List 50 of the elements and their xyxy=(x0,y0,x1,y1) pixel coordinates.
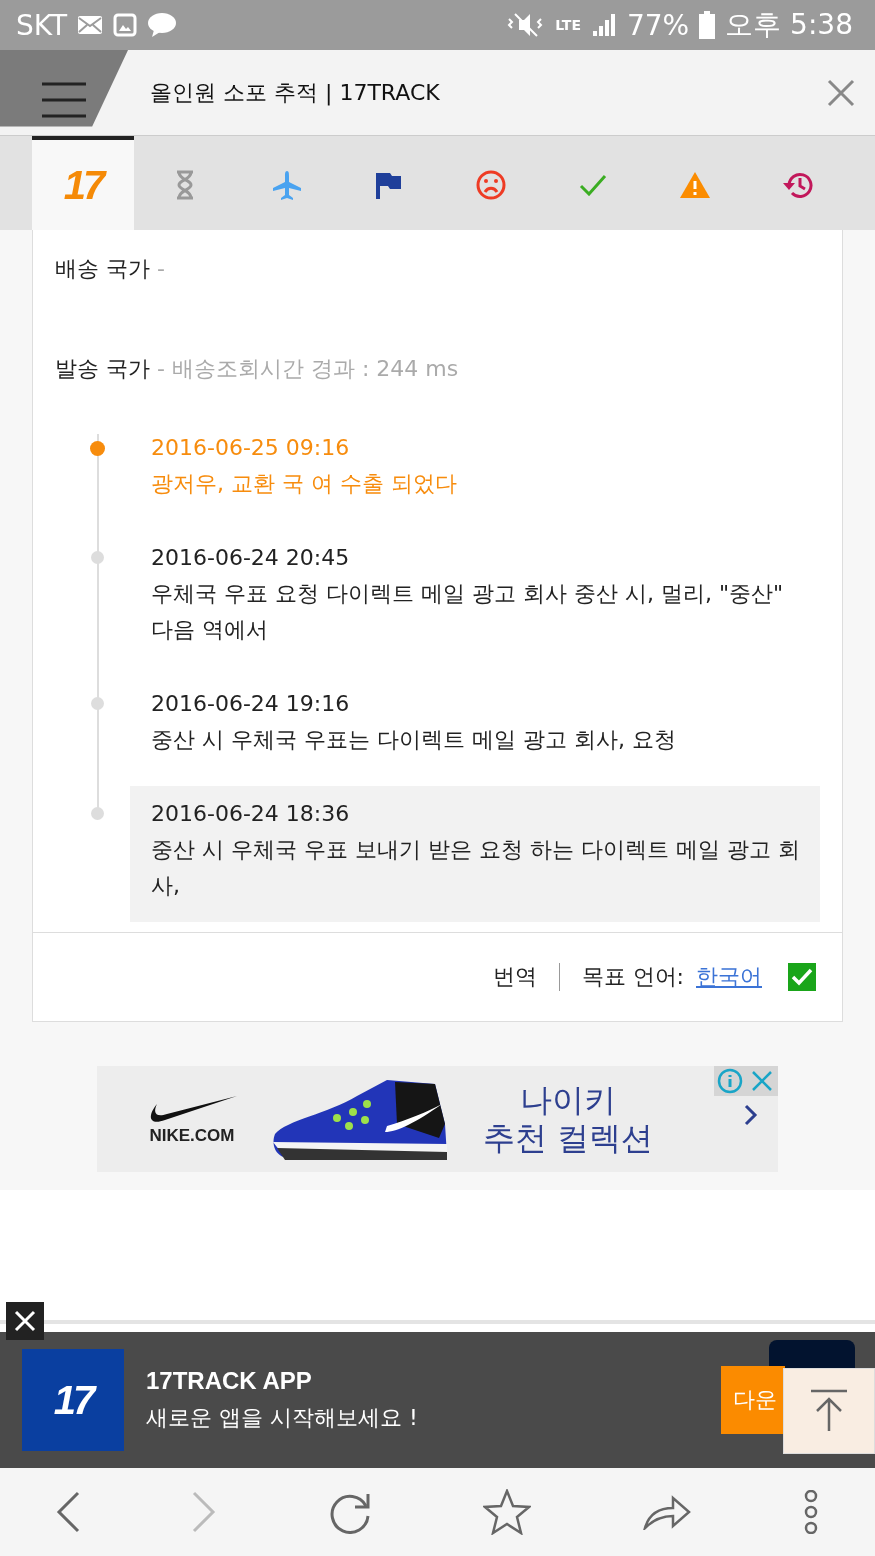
flag-icon xyxy=(376,171,402,199)
event-description: 중산 시 우체국 우표 보내기 받은 요청 하는 다이렉트 메일 광고 회사, xyxy=(151,836,801,900)
check-icon xyxy=(579,174,607,196)
carrier-label: SKT xyxy=(16,8,68,42)
chevron-right-icon xyxy=(744,1104,758,1126)
clock: 오후 5:38 xyxy=(725,7,853,43)
event-time: 2016-06-24 18:36 xyxy=(151,800,351,828)
menu-icon[interactable] xyxy=(42,82,86,118)
airplane-icon xyxy=(271,169,303,201)
app-subtitle: 새로운 앱을 시작해보세요 ! xyxy=(146,1404,418,1432)
app-logo: 17 xyxy=(22,1349,124,1451)
download-button[interactable]: 다운 xyxy=(721,1366,785,1434)
app-title: 17TRACK APP xyxy=(146,1367,313,1395)
sad-face-icon xyxy=(475,169,507,201)
translate-label: 번역 xyxy=(492,963,537,991)
event-time: 2016-06-24 20:45 xyxy=(151,544,351,572)
event-description: 광저우, 교환 국 여 수출 되었다 xyxy=(151,470,458,498)
origin-value: - 배송조회시간 경과 : 244 ms xyxy=(157,356,459,381)
network-label: LTE xyxy=(555,17,581,33)
page-title: 올인원 소포 추적 | 17TRACK xyxy=(150,78,441,108)
translate-checkbox[interactable] xyxy=(788,963,816,991)
star-icon[interactable] xyxy=(483,1489,532,1535)
arrow-up-icon xyxy=(809,1389,849,1433)
target-language-label: 목표 언어: xyxy=(581,963,684,991)
battery-percent: 77% xyxy=(627,8,690,42)
destination-value: - xyxy=(157,256,165,281)
event-time: 2016-06-24 19:16 xyxy=(151,690,351,718)
event-description: 우체국 우표 요청 다이렉트 메일 광고 회사 중산 시, 멀리, "중산" 다음 역에서 xyxy=(151,580,785,644)
language-link[interactable]: 한국어 xyxy=(696,962,762,992)
mail-icon xyxy=(77,15,104,35)
battery-icon xyxy=(699,11,716,39)
origin-label: 발송 국가 xyxy=(55,356,150,381)
logo-tab[interactable]: 17 xyxy=(32,136,134,230)
more-icon[interactable] xyxy=(803,1490,820,1534)
brand-label: NIKE.COM xyxy=(149,1126,235,1146)
back-icon[interactable] xyxy=(55,1491,80,1533)
ad-subline: 추천 컬렉션 xyxy=(483,1119,654,1157)
destination-label: 배송 국가 xyxy=(55,256,150,281)
hourglass-icon xyxy=(175,170,195,200)
share-icon[interactable] xyxy=(643,1494,692,1530)
signal-icon xyxy=(591,12,617,38)
event-time: 2016-06-25 09:16 xyxy=(151,434,351,462)
event-description: 중산 시 우체국 우표는 다이렉트 메일 광고 회사, 요청 xyxy=(151,726,677,754)
history-icon xyxy=(781,170,813,200)
scroll-to-top-button[interactable] xyxy=(783,1368,875,1454)
image-icon xyxy=(113,13,138,37)
chat-bubble-icon xyxy=(147,12,178,38)
warning-icon xyxy=(679,171,711,199)
close-icon[interactable] xyxy=(6,1302,44,1340)
ad-headline: 나이키 xyxy=(520,1081,617,1119)
